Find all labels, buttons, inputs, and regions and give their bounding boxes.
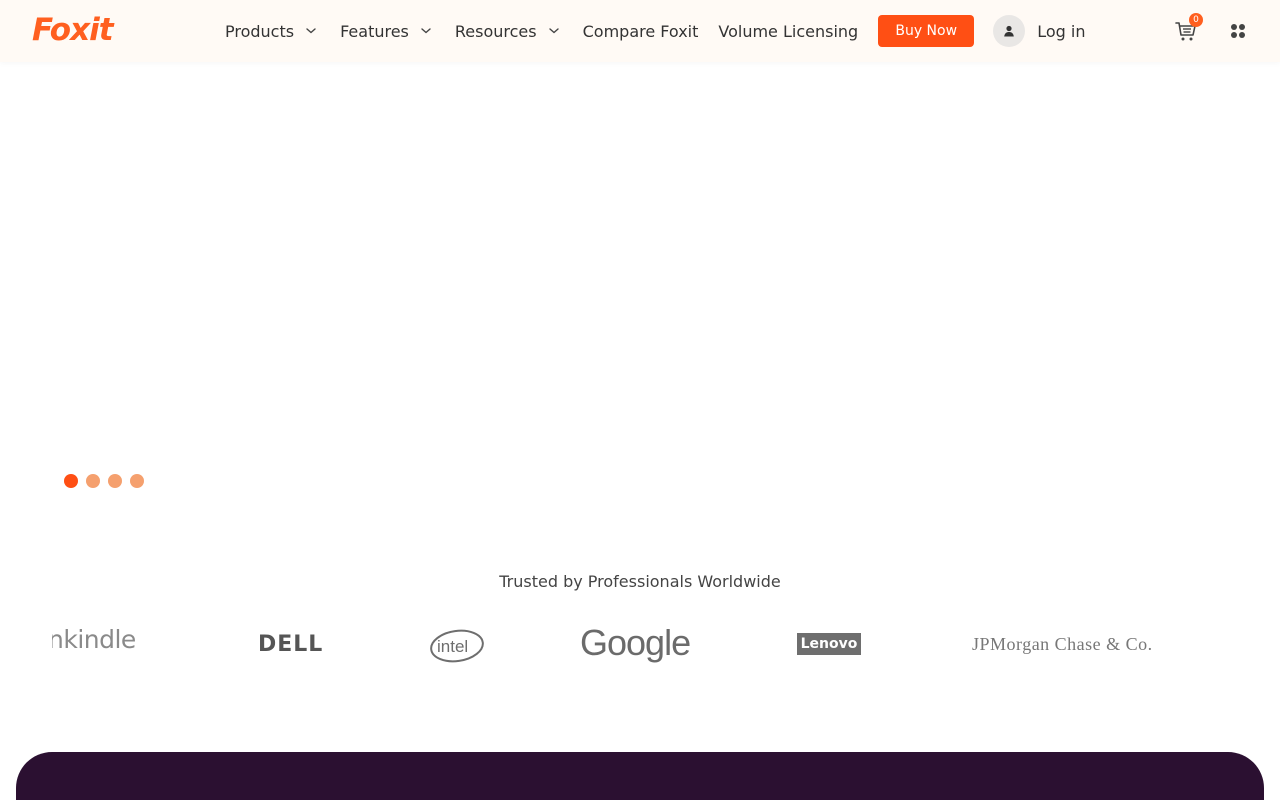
chevron-down-icon (421, 28, 431, 34)
nav-products-label: Products (225, 21, 295, 41)
chevron-down-icon (306, 28, 316, 34)
lenovo-logo: Lenovo (797, 633, 861, 655)
main-nav: Products Features Resources Compare Foxi… (225, 0, 1085, 62)
carousel-dot-1[interactable] (64, 474, 78, 488)
nav-compare-label: Compare Foxit (582, 21, 699, 41)
trusted-heading: Trusted by Professionals Worldwide (499, 572, 781, 591)
brand-logos-strip: nkindle DELL intel Google Lenovo JPMorga… (0, 620, 1280, 670)
apps-grid-icon[interactable] (1229, 22, 1247, 40)
kindle-logo-text: nkindle (52, 624, 142, 660)
nav-compare-foxit[interactable]: Compare Foxit (583, 0, 699, 62)
user-icon (993, 15, 1026, 47)
carousel-dot-3[interactable] (108, 474, 122, 488)
login-label: Log in (1037, 21, 1086, 41)
svg-text:intel: intel (437, 637, 468, 656)
dell-logo: DELL (258, 632, 324, 657)
site-header: Foxit Products Features Resources Compar… (0, 0, 1280, 62)
carousel-dot-4[interactable] (130, 474, 144, 488)
carousel-pagination (64, 474, 152, 488)
login-link[interactable]: Log in (993, 15, 1085, 47)
kindle-logo: nkindle (52, 624, 144, 660)
nav-volume-licensing[interactable]: Volume Licensing (718, 0, 858, 62)
nav-features[interactable]: Features (340, 0, 433, 62)
foxit-logo[interactable]: Foxit (32, 12, 114, 48)
buy-now-button[interactable]: Buy Now (878, 15, 975, 47)
nav-resources[interactable]: Resources (455, 0, 561, 62)
chevron-down-icon (548, 28, 559, 34)
nav-volume-label: Volume Licensing (718, 21, 859, 41)
google-logo: Google (580, 622, 691, 663)
nav-features-label: Features (340, 21, 409, 41)
jpmorgan-logo: JPMorgan Chase & Co. (972, 634, 1153, 654)
nav-products[interactable]: Products (225, 0, 318, 62)
dark-promo-section (16, 752, 1264, 800)
svg-text:nkindle: nkindle (52, 625, 136, 654)
nav-resources-label: Resources (454, 21, 537, 41)
intel-logo: intel (429, 626, 485, 666)
carousel-dot-2[interactable] (86, 474, 100, 488)
cart-count-badge: 0 (1189, 13, 1203, 27)
